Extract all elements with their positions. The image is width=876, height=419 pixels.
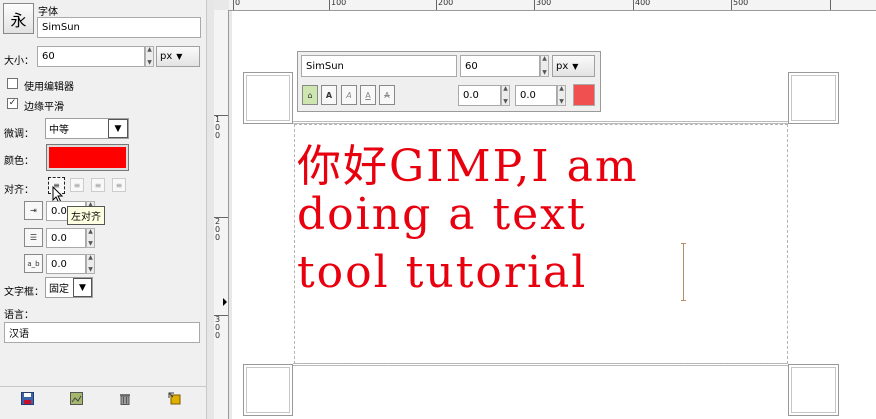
save-options-button[interactable] [20, 391, 34, 405]
hinting-dropdown-button[interactable]: ▼ [108, 119, 128, 138]
justify-center-button[interactable]: ≡ [91, 178, 105, 192]
font-label: 字体 [38, 7, 58, 18]
trash-icon [120, 393, 130, 405]
bold-button[interactable]: A [321, 85, 337, 105]
underline-button[interactable]: A [360, 85, 376, 105]
text-cursor [681, 243, 686, 301]
ruler-label: 200 [438, 0, 454, 7]
ruler-pointer-icon [223, 298, 227, 306]
justify-tooltip: 左对齐 [67, 206, 105, 225]
size-spinner[interactable]: ▲ ▼ [145, 46, 154, 67]
overlay-font-input[interactable]: SimSun [301, 55, 457, 77]
letter-spacing-icon-text: a_b [27, 259, 40, 268]
vertical-ruler[interactable]: 100 200 300 [214, 10, 229, 419]
align-right-icon: ≡ [73, 180, 81, 190]
use-editor-label: 使用编辑器 [24, 82, 74, 93]
font-preview-button[interactable]: 永 [3, 3, 34, 34]
chevron-down-icon: ▼ [79, 282, 86, 293]
textbox-handle-bottom-left[interactable] [243, 364, 293, 416]
horizontal-ruler[interactable]: 0 100 200 300 400 500 [229, 0, 876, 11]
delete-options-button[interactable] [118, 391, 132, 405]
kerning-spinner[interactable]: ▲ ▼ [557, 85, 566, 106]
align-center-icon: ≡ [94, 180, 102, 190]
text-line[interactable]: doing a text [297, 189, 587, 240]
strikethrough-icon: A [384, 90, 390, 100]
baseline-spinner[interactable]: ▲ ▼ [501, 85, 510, 106]
ruler-label: 400 [635, 0, 651, 7]
text-line[interactable]: tool tutorial [297, 247, 587, 298]
hinting-value: 中等 [49, 125, 69, 136]
color-label: 颜色： [4, 156, 34, 167]
ruler-label: 500 [733, 0, 749, 7]
letter-spacing-icon: a_b [24, 254, 43, 273]
ruler-label: 300 [215, 315, 221, 340]
use-editor-checkbox[interactable] [7, 78, 18, 89]
chevron-down-icon: ▼ [176, 52, 183, 61]
line-spacing-icon: ☰ [24, 228, 43, 247]
box-dropdown-button[interactable]: ▼ [73, 278, 92, 297]
box-value: 固定 [49, 284, 69, 295]
size-input[interactable]: 60 [37, 46, 145, 67]
kerning-input[interactable]: 0.0 [515, 85, 557, 106]
unit-combo[interactable]: px ▼ [156, 46, 200, 67]
letter-spacing-input[interactable]: 0.0 [46, 254, 86, 274]
line-spacing-input[interactable]: 0.0 [46, 228, 86, 248]
overlay-unit-combo[interactable]: px ▼ [552, 55, 595, 77]
antialias-checkbox[interactable]: ✓ [7, 98, 18, 109]
unit-value: px [160, 51, 173, 62]
indent-icon: ⇥ [24, 201, 43, 220]
text-line[interactable]: 你好GIMP,I am [297, 130, 639, 194]
box-label: 文字框： [4, 287, 44, 298]
font-input[interactable]: SimSun [37, 17, 201, 38]
clear-style-button[interactable]: ⌂ [302, 85, 318, 105]
ruler-label: 100 [215, 115, 221, 140]
overlay-color-button[interactable] [573, 84, 595, 106]
reset-icon [168, 392, 180, 404]
check-icon: ✓ [8, 98, 17, 108]
overlay-size-input[interactable]: 60 [460, 55, 540, 77]
underline-icon: A [365, 90, 371, 100]
textbox-handle-bottom-right[interactable] [788, 364, 839, 416]
italic-button[interactable]: A [341, 85, 357, 105]
size-label: 大小： [4, 56, 34, 67]
ruler-label: 0 [235, 0, 241, 7]
bottom-divider [0, 386, 206, 387]
overlay-size-spinner[interactable]: ▲ ▼ [540, 55, 549, 77]
save-icon [20, 391, 34, 405]
language-input[interactable]: 汉语 [4, 322, 200, 343]
language-label: 语言： [4, 310, 34, 321]
line-spacing-spinner[interactable]: ▲ ▼ [86, 228, 95, 248]
chevron-down-icon: ▼ [572, 61, 579, 71]
overlay-unit-value: px [556, 60, 569, 72]
ruler-label: 300 [536, 0, 552, 7]
ruler-label: 100 [331, 0, 347, 7]
textbox-handle-top-right[interactable] [788, 72, 839, 124]
justify-right-button[interactable]: ≡ [70, 178, 84, 192]
chevron-down-icon: ▼ [114, 123, 122, 134]
ruler-label: 200 [215, 217, 221, 242]
font-preview-glyph: 永 [10, 10, 27, 30]
align-justify-icon: ≡ [115, 180, 123, 190]
clear-style-icon: ⌂ [307, 90, 313, 100]
justify-fill-button[interactable]: ≡ [112, 178, 126, 192]
canvas-left-edge [229, 11, 232, 419]
antialias-label: 边缘平滑 [24, 102, 64, 113]
strikethrough-button[interactable]: A [379, 85, 395, 105]
reset-options-button[interactable] [167, 391, 181, 405]
textbox-handle-top-left[interactable] [243, 72, 293, 124]
baseline-input[interactable]: 0.0 [458, 85, 501, 106]
color-swatch [49, 147, 126, 168]
letter-spacing-spinner[interactable]: ▲ ▼ [86, 254, 95, 274]
hinting-label: 微调： [4, 129, 34, 140]
restore-options-button[interactable] [69, 391, 83, 405]
italic-icon: A [346, 90, 352, 100]
restore-icon [69, 391, 83, 405]
bold-icon: A [325, 90, 333, 100]
color-button[interactable] [46, 144, 129, 171]
justify-label: 对齐： [4, 185, 34, 196]
on-canvas-style-editor[interactable]: SimSun 60 ▲ ▼ px ▼ ⌂ A A A A 0.0 ▲ ▼ 0.0 ▲… [297, 51, 601, 112]
